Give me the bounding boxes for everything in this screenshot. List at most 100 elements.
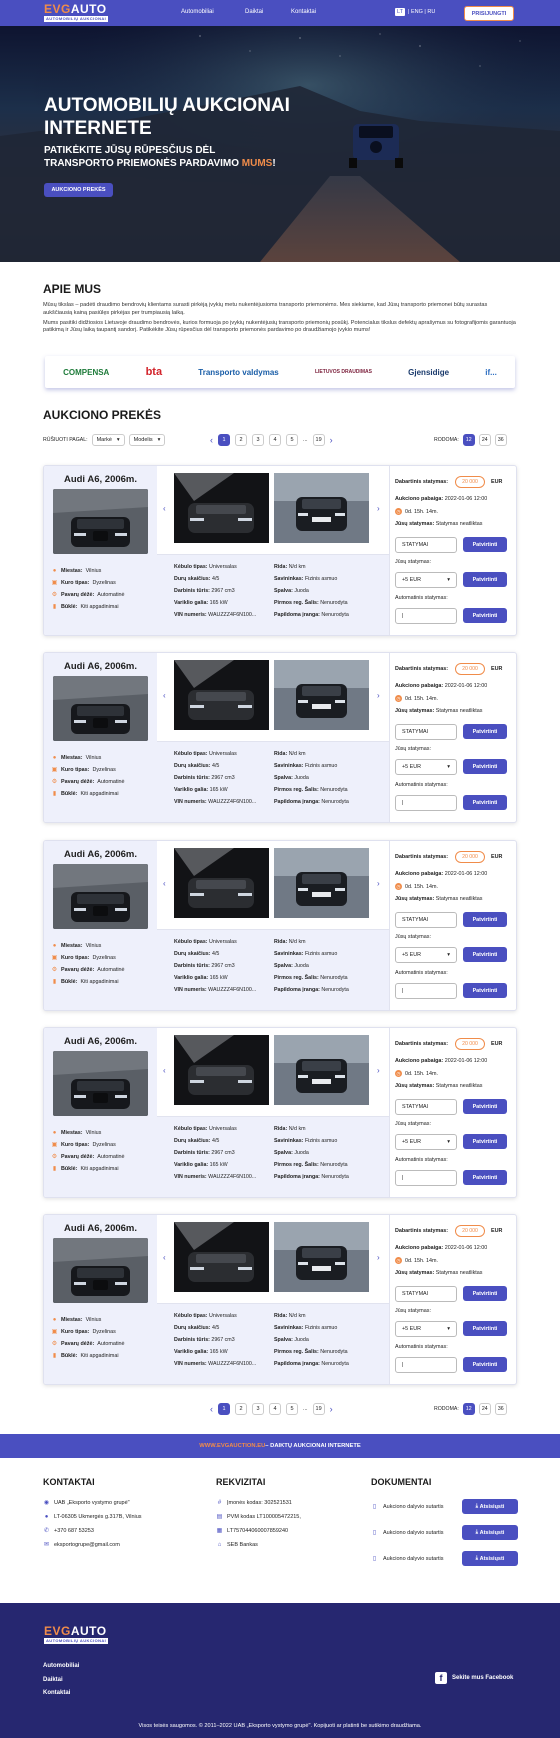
footer-link-automobiliai[interactable]: Automobiliai (43, 1660, 79, 1674)
gallery-photo-1[interactable] (174, 1222, 269, 1292)
raise-select[interactable]: +5 EUR ▾ (395, 1134, 457, 1150)
confirm-auto-bid-button[interactable]: Patvirtinti (463, 983, 507, 998)
promo-url[interactable]: WWW.EVGAUCTION.EU (199, 1443, 265, 1449)
car-title[interactable]: Audi A6, 2006m. (44, 474, 157, 485)
confirm-bid-button[interactable]: Patvirtinti (463, 537, 507, 552)
gallery-photo-1[interactable] (174, 660, 269, 730)
gallery-prev-icon[interactable]: ‹ (163, 879, 166, 888)
raise-select[interactable]: +5 EUR ▾ (395, 947, 457, 963)
raise-select[interactable]: +5 EUR ▾ (395, 759, 457, 775)
per-page-36[interactable]: 36 (494, 1403, 507, 1415)
car-thumbnail[interactable] (53, 1238, 148, 1303)
gallery-photo-2[interactable] (274, 848, 369, 918)
gallery-photo-1[interactable] (174, 848, 269, 918)
car-title[interactable]: Audi A6, 2006m. (44, 849, 157, 860)
next-page-icon[interactable]: › (330, 1404, 333, 1414)
per-page-24[interactable]: 24 (478, 1403, 491, 1415)
gallery-prev-icon[interactable]: ‹ (163, 1066, 166, 1075)
page-4[interactable]: 4 (269, 1403, 281, 1415)
download-button[interactable]: ⤓ Atsisiųsti (462, 1525, 518, 1540)
per-page-24[interactable]: 24 (478, 434, 491, 446)
auto-bid-input[interactable]: | (395, 608, 457, 624)
gallery-prev-icon[interactable]: ‹ (163, 504, 166, 513)
confirm-raise-button[interactable]: Patvirtinti (463, 947, 507, 962)
page-3[interactable]: 3 (252, 1403, 264, 1415)
sort-model-select[interactable]: Modelis ▾ (128, 434, 166, 446)
gallery-photo-2[interactable] (274, 660, 369, 730)
gallery-next-icon[interactable]: › (377, 879, 380, 888)
raise-select[interactable]: +5 EUR ▾ (395, 1321, 457, 1337)
gallery-next-icon[interactable]: › (377, 1253, 380, 1262)
per-page-12[interactable]: 12 (462, 1403, 475, 1415)
auto-bid-input[interactable]: | (395, 1170, 457, 1186)
per-page-12[interactable]: 12 (462, 434, 475, 446)
gallery-next-icon[interactable]: › (377, 504, 380, 513)
auto-bid-input[interactable]: | (395, 983, 457, 999)
page-19[interactable]: 19 (312, 434, 325, 446)
bid-input[interactable]: STATYMAI (395, 537, 457, 553)
page-1[interactable]: 1 (218, 1403, 230, 1415)
car-thumbnail[interactable] (53, 676, 148, 741)
download-button[interactable]: ⤓ Atsisiųsti (462, 1551, 518, 1566)
gallery-photo-2[interactable] (274, 1222, 369, 1292)
page-5[interactable]: 5 (286, 434, 298, 446)
gallery-next-icon[interactable]: › (377, 1066, 380, 1075)
footer-link-kontaktai[interactable]: Kontaktai (43, 1687, 79, 1701)
confirm-auto-bid-button[interactable]: Patvirtinti (463, 1170, 507, 1185)
gallery-prev-icon[interactable]: ‹ (163, 691, 166, 700)
download-button[interactable]: ⤓ Atsisiųsti (462, 1499, 518, 1514)
nav-daiktai[interactable]: Daiktai (245, 9, 263, 15)
car-title[interactable]: Audi A6, 2006m. (44, 661, 157, 672)
bid-input[interactable]: STATYMAI (395, 724, 457, 740)
auto-bid-input[interactable]: | (395, 1357, 457, 1373)
facebook-link[interactable]: f Sekite mus Facebook (435, 1672, 513, 1684)
footer-logo[interactable]: EVGAUTO AUTOMOBILIŲ AUKCIONAI (44, 1625, 109, 1644)
confirm-bid-button[interactable]: Patvirtinti (463, 1286, 507, 1301)
confirm-bid-button[interactable]: Patvirtinti (463, 724, 507, 739)
lang-lt[interactable]: LT (395, 8, 406, 16)
per-page-36[interactable]: 36 (494, 434, 507, 446)
page-19[interactable]: 19 (312, 1403, 325, 1415)
gallery-prev-icon[interactable]: ‹ (163, 1253, 166, 1262)
auto-bid-input[interactable]: | (395, 795, 457, 811)
page-2[interactable]: 2 (235, 1403, 247, 1415)
gallery-next-icon[interactable]: › (377, 691, 380, 700)
prev-page-icon[interactable]: ‹ (210, 1404, 213, 1414)
page-4[interactable]: 4 (269, 434, 281, 446)
bid-input[interactable]: STATYMAI (395, 1286, 457, 1302)
confirm-raise-button[interactable]: Patvirtinti (463, 759, 507, 774)
page-5[interactable]: 5 (286, 1403, 298, 1415)
confirm-auto-bid-button[interactable]: Patvirtinti (463, 1357, 507, 1372)
confirm-bid-button[interactable]: Patvirtinti (463, 912, 507, 927)
site-logo[interactable]: EVGAUTO AUTOMOBILIŲ AUKCIONAI (44, 3, 109, 22)
car-thumbnail[interactable] (53, 489, 148, 554)
company-email[interactable]: eksportogrupe@gmail.com (54, 1538, 120, 1552)
car-title[interactable]: Audi A6, 2006m. (44, 1036, 157, 1047)
confirm-auto-bid-button[interactable]: Patvirtinti (463, 608, 507, 623)
next-page-icon[interactable]: › (330, 435, 333, 445)
auction-items-button[interactable]: AUKCIONO PREKĖS (44, 183, 113, 197)
gallery-photo-2[interactable] (274, 1035, 369, 1105)
page-3[interactable]: 3 (252, 434, 264, 446)
sort-make-select[interactable]: Markė ▾ (91, 434, 125, 446)
gallery-photo-2[interactable] (274, 473, 369, 543)
footer-link-daiktai[interactable]: Daiktai (43, 1674, 79, 1688)
company-phone[interactable]: +370 687 53253 (54, 1524, 94, 1538)
confirm-raise-button[interactable]: Patvirtinti (463, 1134, 507, 1149)
confirm-raise-button[interactable]: Patvirtinti (463, 572, 507, 587)
bid-input[interactable]: STATYMAI (395, 912, 457, 928)
car-thumbnail[interactable] (53, 1051, 148, 1116)
car-title[interactable]: Audi A6, 2006m. (44, 1223, 157, 1234)
nav-kontaktai[interactable]: Kontaktai (291, 9, 316, 15)
confirm-raise-button[interactable]: Patvirtinti (463, 1321, 507, 1336)
bid-input[interactable]: STATYMAI (395, 1099, 457, 1115)
car-thumbnail[interactable] (53, 864, 148, 929)
nav-automobiliai[interactable]: Automobiliai (181, 9, 214, 15)
gallery-photo-1[interactable] (174, 1035, 269, 1105)
confirm-bid-button[interactable]: Patvirtinti (463, 1099, 507, 1114)
gallery-photo-1[interactable] (174, 473, 269, 543)
login-button[interactable]: PRISIJUNGTI (464, 6, 514, 21)
lang-others[interactable]: | ENG | RU (408, 9, 435, 15)
prev-page-icon[interactable]: ‹ (210, 435, 213, 445)
page-2[interactable]: 2 (235, 434, 247, 446)
